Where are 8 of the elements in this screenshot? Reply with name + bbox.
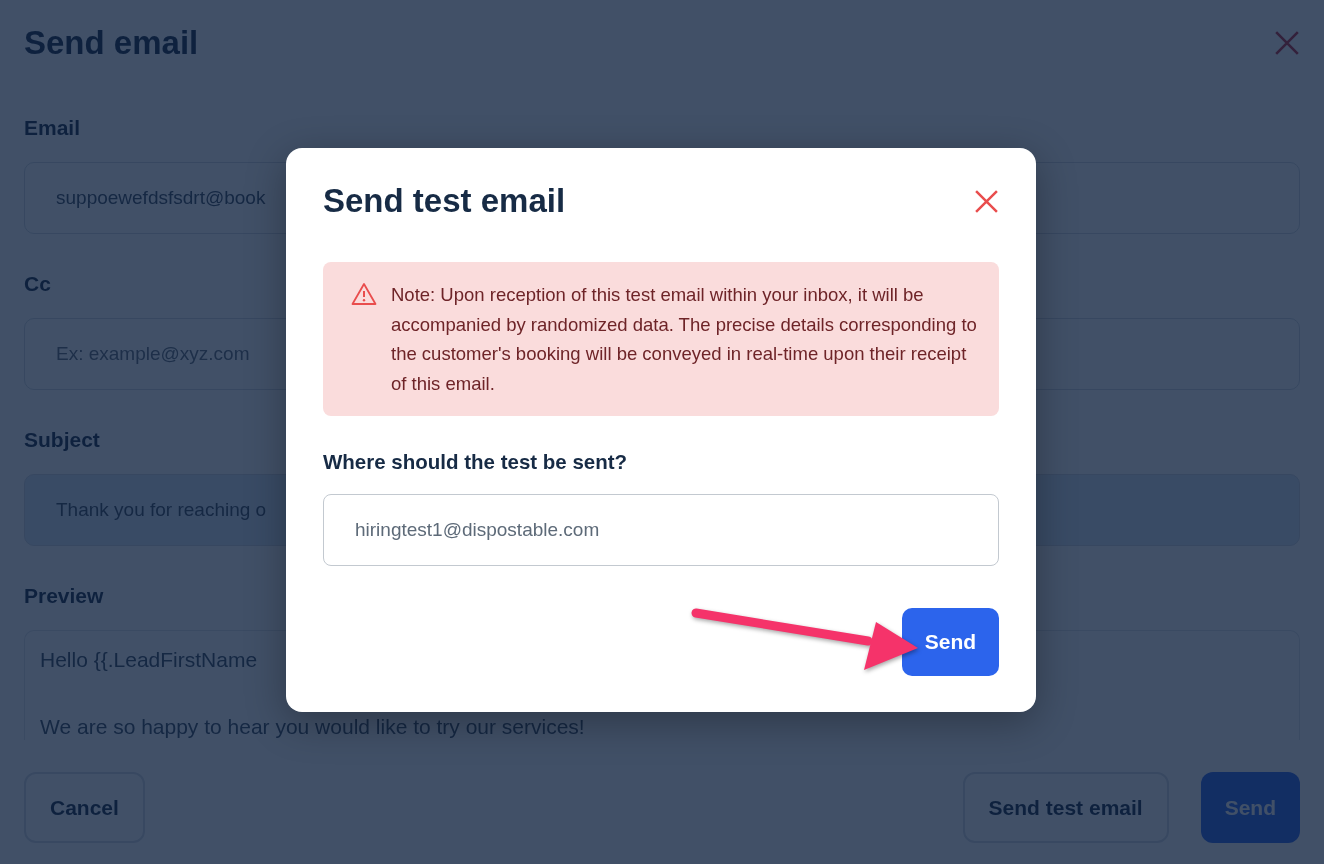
field-label: Where should the test be sent? xyxy=(323,450,628,474)
dialog-title: Send test email xyxy=(323,182,566,220)
email-field[interactable]: hiringtest1@dispostable.com xyxy=(323,494,999,566)
note-text: Note: Upon reception of this test email within your inbox, it will be accompanied by randomized data. The precise details corresponding to the customer's booking will be conveyed in real-time upon their receipt of this email. xyxy=(391,283,977,396)
close-button[interactable] xyxy=(974,188,999,214)
send-button[interactable]: Send xyxy=(902,608,999,676)
warning-icon xyxy=(351,282,377,306)
close-icon xyxy=(974,188,999,214)
